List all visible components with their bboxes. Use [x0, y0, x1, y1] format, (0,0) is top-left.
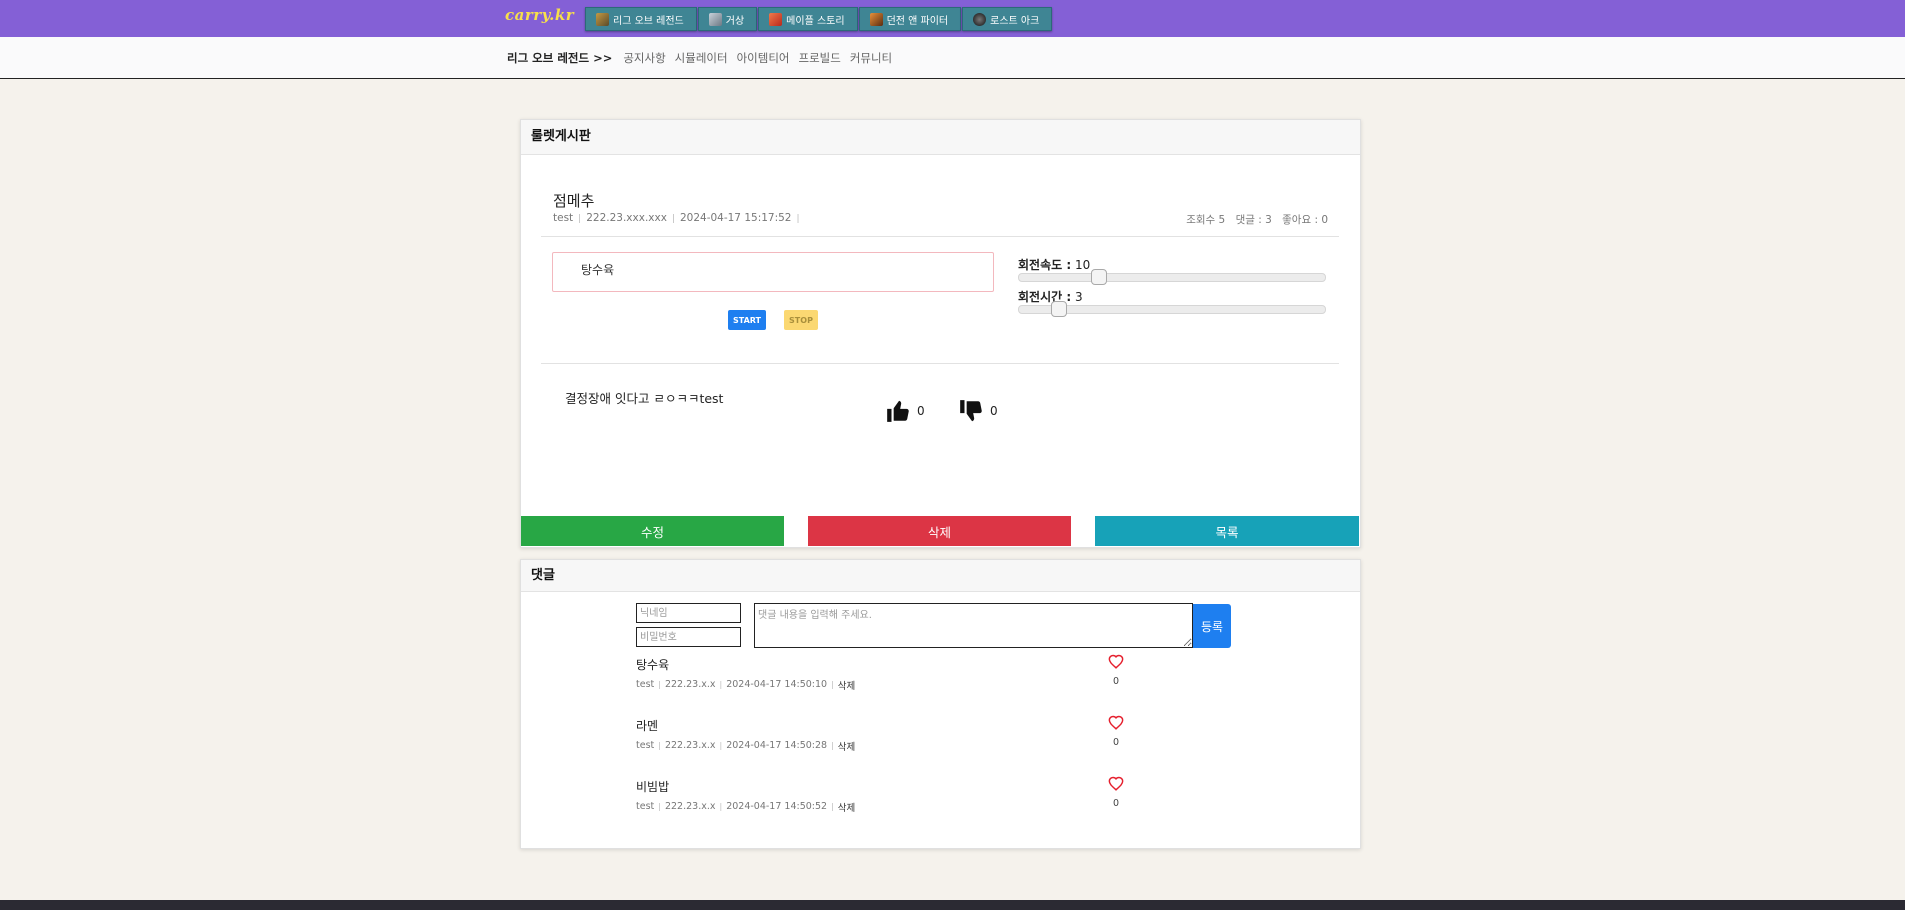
comment-date: 2024-04-17 14:50:28 — [726, 740, 828, 751]
post-content: 결정장애 잇다고 ㄹㅇㅋㅋtest — [565, 391, 724, 406]
time-slider[interactable] — [1018, 301, 1326, 317]
game-tab-label: 거상 — [725, 15, 745, 27]
post-card: 룰렛게시판 점메추 test | 222.23.xxx.xxx | 2024-04-17… — [520, 119, 1361, 548]
post-ip: 222.23.xxx.xxx — [586, 212, 667, 224]
game-tab-lol[interactable]: 리그 오브 레전드 — [585, 7, 697, 31]
game-tabs: 리그 오브 레전드 거상 메이플 스토리 던전 앤 파이터 로스트 아크 — [585, 7, 1053, 31]
post-comment-count: 댓글 : 3 — [1235, 214, 1272, 226]
game-tab-label: 메이플 스토리 — [786, 15, 845, 27]
comment-name: 비빔밥 — [636, 780, 670, 794]
comment-ip: 222.23.x.x — [664, 679, 716, 690]
start-button[interactable]: START — [728, 310, 766, 330]
post-views: 조회수 5 — [1186, 214, 1226, 226]
comment-meta: test | 222.23.x.x | 2024-04-17 14:50:52 | 삭제 — [636, 801, 856, 814]
subnav-link-item-tier[interactable]: 아이템티어 — [737, 50, 790, 66]
comment-delete-link[interactable]: 삭제 — [838, 742, 855, 753]
comments-card: 댓글 등록 탕수육 test|222.23.x.x|2024-04-17 14:… — [520, 559, 1361, 849]
board-title: 룰렛게시판 — [521, 120, 1360, 155]
comment-ip: 222.23.x.x — [664, 740, 716, 751]
subnav-link-community[interactable]: 커뮤니티 — [850, 50, 892, 66]
speed-label: 회전속도 : 10 — [1018, 256, 1090, 273]
post-meta: test | 222.23.xxx.xxx | 2024-04-17 15:17:52 | — [553, 212, 800, 224]
edit-button[interactable]: 수정 — [521, 516, 784, 546]
gersang-icon — [708, 12, 722, 26]
divider — [541, 363, 1339, 364]
game-tab-maple[interactable]: 메이플 스토리 — [758, 7, 858, 31]
comment-ip: 222.23.x.x — [664, 801, 716, 812]
maple-icon — [769, 12, 783, 26]
comment-author: test — [636, 801, 655, 812]
heart-icon[interactable] — [1108, 776, 1124, 791]
post-date: 2024-04-17 15:17:52 — [679, 212, 792, 224]
game-tab-label: 리그 오브 레전드 — [613, 15, 684, 27]
subnav-link-notice[interactable]: 공지사항 — [623, 50, 665, 66]
game-tab-dnf[interactable]: 던전 앤 파이터 — [858, 7, 962, 31]
subnav-title[interactable]: 리그 오브 레전드 >> — [507, 50, 612, 66]
sub-nav: 리그 오브 레전드 >> 공지사항 시뮬레이터 아이템티어 프로빌드 커뮤니티 — [0, 37, 1905, 79]
like-count: 0 — [917, 404, 925, 418]
comment-author: test — [636, 740, 655, 751]
post-author: test — [553, 212, 574, 224]
comment-item: 비빔밥 test | 222.23.x.x | 2024-04-17 14:50:52 |… — [636, 776, 1236, 828]
speed-slider-thumb[interactable] — [1090, 269, 1107, 285]
speed-slider[interactable] — [1018, 269, 1326, 285]
dislike-count: 0 — [990, 404, 998, 418]
post-like-count: 좋아요 : 0 — [1282, 214, 1328, 226]
comment-item: 라멘 test | 222.23.x.x | 2024-04-17 14:50:28 | 삭… — [636, 715, 1236, 767]
heart-icon[interactable] — [1108, 654, 1124, 669]
dnf-icon — [869, 12, 883, 26]
subnav-link-probuild[interactable]: 프로빌드 — [798, 50, 840, 66]
site-logo[interactable]: carry.kr — [505, 6, 574, 24]
comment-date: 2024-04-17 14:50:52 — [726, 801, 828, 812]
roulette-display: 탕수육 — [552, 252, 994, 292]
lol-icon — [596, 12, 609, 26]
comment-like-count: 0 — [1113, 737, 1120, 748]
footer — [0, 900, 1905, 910]
lostark-icon — [973, 12, 987, 26]
comment-item: 탕수육 test | 222.23.x.x | 2024-04-17 14:50:10 |… — [636, 654, 1236, 706]
comment-name: 탕수육 — [636, 658, 670, 672]
password-input[interactable] — [636, 627, 741, 647]
comment-delete-link[interactable]: 삭제 — [838, 803, 855, 814]
comment-like-count: 0 — [1113, 676, 1120, 687]
comment-like-count: 0 — [1113, 798, 1120, 809]
comment-author: test — [636, 679, 655, 690]
comment-meta: test | 222.23.x.x | 2024-04-17 14:50:28 | 삭제 — [636, 740, 856, 753]
thumbs-down-icon — [960, 400, 982, 422]
comment-date: 2024-04-17 14:50:10 — [726, 679, 828, 690]
game-tab-label: 던전 앤 파이터 — [886, 15, 949, 27]
delete-button[interactable]: 삭제 — [808, 516, 1071, 546]
roulette-item: 탕수육 — [581, 263, 615, 277]
time-slider-thumb[interactable] — [1050, 301, 1067, 317]
like-button[interactable]: 0 — [885, 398, 925, 424]
comment-meta: test | 222.23.x.x | 2024-04-17 14:50:10 | 삭제 — [636, 679, 856, 692]
divider — [541, 236, 1339, 237]
time-label: 회전시간 : 3 — [1018, 288, 1083, 305]
stop-button[interactable]: STOP — [784, 310, 818, 330]
time-value: 3 — [1074, 290, 1083, 304]
speed-label-text: 회전속도 : — [1018, 258, 1072, 272]
comment-textarea[interactable] — [754, 603, 1193, 648]
game-tab-gersang[interactable]: 거상 — [697, 7, 758, 31]
nickname-input[interactable] — [636, 603, 741, 623]
post-stats: 조회수 5 댓글 : 3 좋아요 : 0 — [1179, 212, 1328, 227]
comment-delete-link[interactable]: 삭제 — [838, 681, 855, 692]
speed-value: 10 — [1074, 258, 1091, 272]
game-tab-label: 로스트 아크 — [990, 15, 1040, 27]
thumbs-up-icon — [887, 400, 909, 422]
submit-comment-button[interactable]: 등록 — [1193, 604, 1231, 648]
comments-title: 댓글 — [521, 560, 1360, 592]
list-button[interactable]: 목록 — [1095, 516, 1359, 546]
dislike-button[interactable]: 0 — [958, 398, 998, 424]
top-bar: carry.kr 리그 오브 레전드 거상 메이플 스토리 던전 앤 파이터 로… — [0, 0, 1905, 37]
game-tab-lostark[interactable]: 로스트 아크 — [962, 7, 1053, 31]
heart-icon[interactable] — [1108, 715, 1124, 730]
subnav-link-simulator[interactable]: 시뮬레이터 — [675, 50, 728, 66]
comment-name: 라멘 — [636, 719, 659, 733]
post-title: 점메추 — [553, 192, 595, 210]
